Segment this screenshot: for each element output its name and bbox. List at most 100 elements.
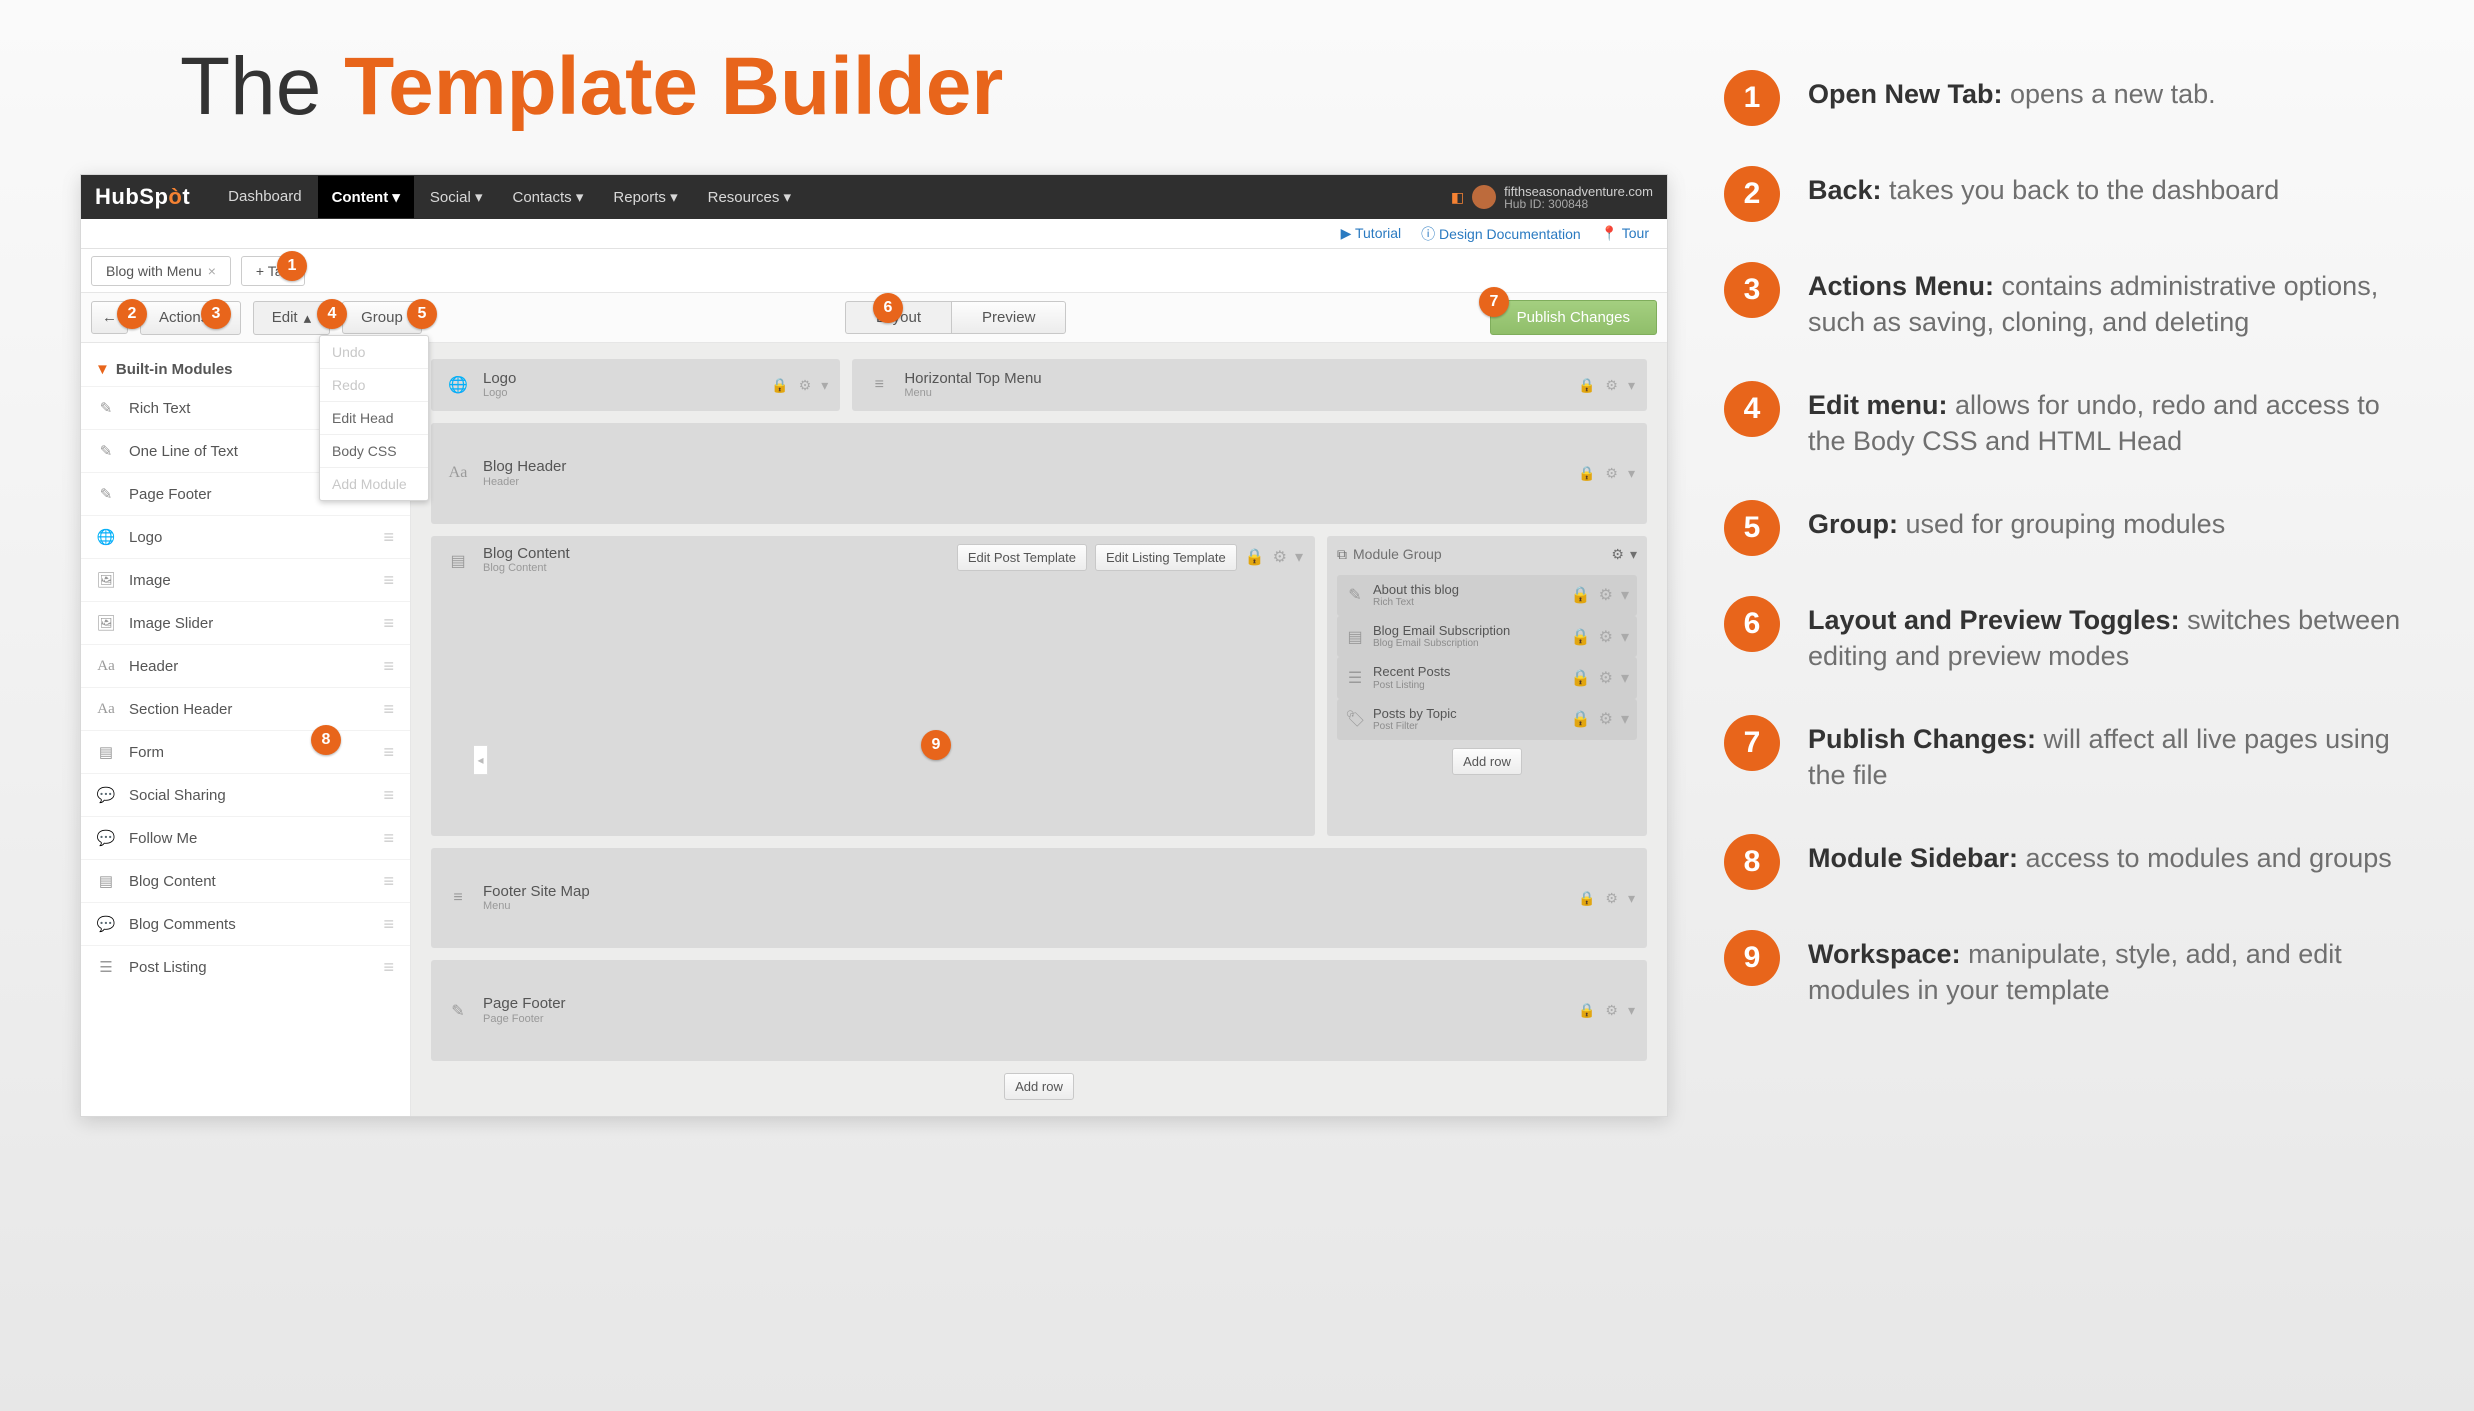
title-prefix: The — [180, 41, 344, 132]
chevron-down-icon[interactable]: ▾ — [1630, 546, 1637, 563]
module-blogcontent[interactable]: ▤ Blog ContentBlog Content Edit Post Tem… — [431, 536, 1315, 836]
chat-icon: 💬 — [95, 827, 117, 849]
callout-badge-3: 3 — [201, 299, 231, 329]
gear-icon[interactable]: ⚙ — [1611, 546, 1624, 563]
account-hubid: Hub ID: 300848 — [1504, 198, 1653, 210]
sidebar-module-image[interactable]: 🖼 Image ≡ — [81, 558, 410, 601]
tutorial-link[interactable]: ▶ Tutorial — [1341, 225, 1402, 242]
sidebar-module-form[interactable]: ▤ Form ≡ — [81, 730, 410, 773]
lock-icon[interactable]: 🔒 — [1578, 890, 1595, 907]
gear-icon[interactable]: ⚙ — [1605, 890, 1618, 907]
canvas-add-row-button[interactable]: Add row — [1004, 1073, 1074, 1100]
edit-addmodule[interactable]: Add Module — [320, 468, 428, 500]
publish-button[interactable]: Publish Changes — [1490, 300, 1657, 335]
gear-icon[interactable]: ⚙ — [1599, 627, 1613, 647]
group-module-posts-by-topic[interactable]: 🏷 Posts by TopicPost Filter 🔒 ⚙ ▾ — [1337, 699, 1637, 740]
nav-resources[interactable]: Resources ▾ — [694, 176, 805, 218]
gear-icon[interactable]: ⚙ — [1599, 585, 1613, 605]
gear-icon[interactable]: ⚙ — [1605, 1002, 1618, 1019]
sidebar-module-post-listing[interactable]: ☰ Post Listing ≡ — [81, 945, 410, 988]
drag-handle-icon[interactable]: ≡ — [383, 656, 396, 677]
drag-handle-icon[interactable]: ≡ — [383, 957, 396, 978]
lock-icon[interactable]: 🔒 — [1245, 547, 1265, 567]
sidebar-module-social-sharing[interactable]: 💬 Social Sharing ≡ — [81, 773, 410, 816]
gear-icon[interactable]: ⚙ — [1605, 465, 1618, 482]
nav-dashboard[interactable]: Dashboard — [214, 176, 315, 218]
sidebar-module-follow-me[interactable]: 💬 Follow Me ≡ — [81, 816, 410, 859]
form-icon: ▤ — [1345, 627, 1365, 647]
drag-handle-icon[interactable]: ≡ — [383, 828, 396, 849]
sidebar-module-logo[interactable]: 🌐 Logo ≡ — [81, 515, 410, 558]
edit-undo[interactable]: Undo — [320, 336, 428, 369]
module-blogheader[interactable]: Aa Blog HeaderHeader 🔒⚙▾ — [431, 423, 1647, 524]
chevron-down-icon[interactable]: ▾ — [1621, 585, 1629, 605]
group-module-blog-email-subscription[interactable]: ▤ Blog Email SubscriptionBlog Email Subs… — [1337, 616, 1637, 657]
drag-handle-icon[interactable]: ≡ — [383, 785, 396, 806]
edit-head[interactable]: Edit Head — [320, 402, 428, 435]
edit-post-template-button[interactable]: Edit Post Template — [957, 544, 1087, 571]
gear-icon[interactable]: ⚙ — [1599, 668, 1613, 688]
drag-handle-icon[interactable]: ≡ — [383, 527, 396, 548]
edit-listing-template-button[interactable]: Edit Listing Template — [1095, 544, 1237, 571]
lock-icon[interactable]: 🔒 — [771, 377, 788, 394]
gear-icon[interactable]: ⚙ — [1273, 547, 1287, 567]
nav-contacts[interactable]: Contacts ▾ — [498, 176, 597, 218]
file-tab[interactable]: Blog with Menu × — [91, 256, 231, 286]
chevron-down-icon[interactable]: ▾ — [1628, 465, 1635, 482]
sidebar-module-section-header[interactable]: Aa Section Header ≡ — [81, 687, 410, 730]
chevron-down-icon[interactable]: ▾ — [1628, 890, 1635, 907]
group-add-row-button[interactable]: Add row — [1452, 748, 1522, 775]
account-menu[interactable]: ◧ fifthseasonadventure.com Hub ID: 30084… — [1451, 185, 1653, 210]
canvas[interactable]: 🌐 LogoLogo 🔒⚙▾ ≡ Horizontal Top MenuMenu… — [411, 343, 1667, 1116]
module-group[interactable]: ⧉Module Group⚙▾ ✎ About this blogRich Te… — [1327, 536, 1647, 836]
lock-icon[interactable]: 🔒 — [1578, 465, 1595, 482]
chevron-down-icon[interactable]: ▾ — [821, 377, 828, 394]
drag-handle-icon[interactable]: ≡ — [383, 871, 396, 892]
gear-icon[interactable]: ⚙ — [1605, 377, 1618, 394]
nav-content[interactable]: Content ▾ — [318, 176, 414, 218]
module-footer[interactable]: ≡ Footer Site MapMenu 🔒⚙▾ — [431, 848, 1647, 949]
lock-icon[interactable]: 🔒 — [1578, 377, 1595, 394]
preview-toggle[interactable]: Preview — [951, 301, 1066, 334]
chevron-down-icon[interactable]: ▾ — [1621, 668, 1629, 688]
lock-icon[interactable]: 🔒 — [1571, 668, 1591, 688]
docs-link[interactable]: ⓘ Design Documentation — [1421, 224, 1581, 244]
module-pagefooter[interactable]: ✎ Page FooterPage Footer 🔒⚙▾ — [431, 960, 1647, 1061]
sidebar-module-blog-comments[interactable]: 💬 Blog Comments ≡ — [81, 902, 410, 945]
gear-icon[interactable]: ⚙ — [799, 377, 812, 394]
group-module-about-this-blog[interactable]: ✎ About this blogRich Text 🔒 ⚙ ▾ — [1337, 575, 1637, 616]
sidebar-module-blog-content[interactable]: ▤ Blog Content ≡ — [81, 859, 410, 902]
sidebar-module-image-slider[interactable]: 🖼 Image Slider ≡ — [81, 601, 410, 644]
drag-handle-icon[interactable]: ≡ — [383, 914, 396, 935]
module-logo[interactable]: 🌐 LogoLogo 🔒⚙▾ — [431, 359, 840, 411]
chevron-down-icon[interactable]: ▾ — [1621, 627, 1629, 647]
tabs-row: Blog with Menu × + Tab — [81, 249, 1667, 293]
sidebar-module-label: Social Sharing — [129, 787, 226, 804]
edit-bodycss[interactable]: Body CSS — [320, 435, 428, 468]
drag-handle-icon[interactable]: ≡ — [383, 699, 396, 720]
drag-handle-icon[interactable]: ≡ — [383, 613, 396, 634]
collapse-sidebar-handle[interactable]: ◂ — [474, 745, 488, 775]
edit-redo[interactable]: Redo — [320, 369, 428, 402]
drag-handle-icon[interactable]: ≡ — [383, 742, 396, 763]
lock-icon[interactable]: 🔒 — [1571, 585, 1591, 605]
chevron-down-icon[interactable]: ▾ — [1621, 709, 1629, 729]
lock-icon[interactable]: 🔒 — [1578, 1002, 1595, 1019]
chevron-down-icon[interactable]: ▾ — [1295, 547, 1303, 567]
sidebar-module-header[interactable]: Aa Header ≡ — [81, 644, 410, 687]
group-module-recent-posts[interactable]: ☰ Recent PostsPost Listing 🔒 ⚙ ▾ — [1337, 657, 1637, 698]
module-hmenu[interactable]: ≡ Horizontal Top MenuMenu 🔒⚙▾ — [852, 359, 1647, 411]
close-icon[interactable]: × — [208, 263, 216, 279]
lock-icon[interactable]: 🔒 — [1571, 627, 1591, 647]
tag-icon: 🏷 — [1345, 709, 1365, 729]
brand-logo[interactable]: HubSpòt — [95, 184, 190, 210]
chevron-down-icon[interactable]: ▾ — [1628, 1002, 1635, 1019]
chevron-down-icon[interactable]: ▾ — [1628, 377, 1635, 394]
annotation-badge: 8 — [1724, 834, 1780, 890]
nav-reports[interactable]: Reports ▾ — [599, 176, 691, 218]
nav-social[interactable]: Social ▾ — [416, 176, 497, 218]
drag-handle-icon[interactable]: ≡ — [383, 570, 396, 591]
lock-icon[interactable]: 🔒 — [1571, 709, 1591, 729]
gear-icon[interactable]: ⚙ — [1599, 709, 1613, 729]
tour-link[interactable]: 📍 Tour — [1601, 225, 1649, 242]
